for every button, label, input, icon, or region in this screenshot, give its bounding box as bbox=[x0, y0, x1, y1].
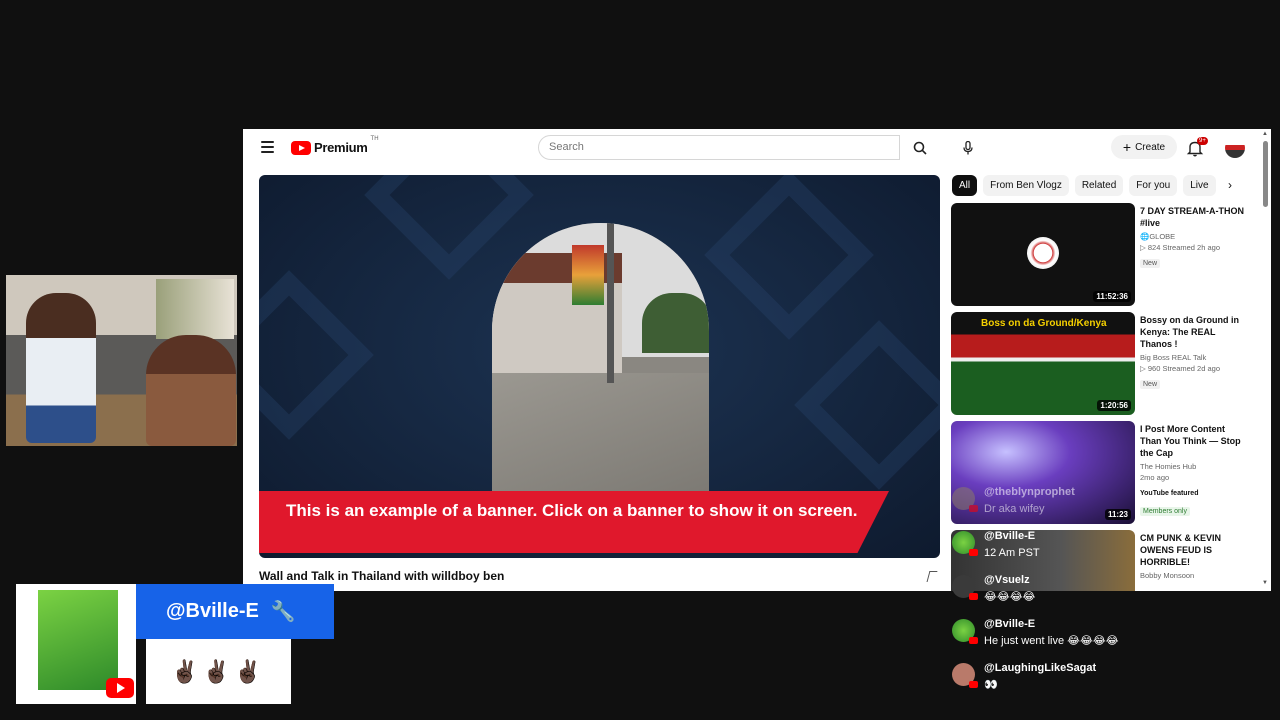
chip-live[interactable]: Live bbox=[1183, 175, 1216, 196]
webcam-feed bbox=[6, 275, 237, 446]
chat-message: @Bville-E 12 Am PST bbox=[952, 528, 1040, 562]
chat-text: 😂😂😂😂 bbox=[984, 591, 1036, 603]
video-stats: 2mo ago bbox=[1140, 473, 1170, 482]
overlay-banner: This is an example of a banner. Click on… bbox=[259, 491, 889, 553]
notification-count-badge: 9+ bbox=[1197, 137, 1208, 145]
featured-badge: YouTube featured bbox=[1140, 490, 1199, 497]
background-pattern bbox=[794, 320, 940, 490]
new-badge: New bbox=[1140, 380, 1161, 389]
create-button[interactable]: + Create bbox=[1111, 135, 1177, 159]
video-title: Wall and Talk in Thailand with willdboy … bbox=[259, 569, 505, 583]
video-thumbnail[interactable]: Boss on da Ground/Kenya 1:20:56 bbox=[951, 312, 1135, 415]
youtube-logo-icon bbox=[291, 140, 311, 155]
street-sign bbox=[572, 245, 604, 305]
channel-name[interactable]: The Homies Hub bbox=[1140, 462, 1244, 471]
search-icon bbox=[913, 141, 927, 155]
hamburger-menu-icon[interactable] bbox=[261, 141, 274, 153]
chevron-right-icon[interactable]: › bbox=[1223, 178, 1237, 192]
chat-text: 12 Am PST bbox=[984, 547, 1040, 559]
scroll-down-arrow[interactable]: ▼ bbox=[1262, 580, 1268, 586]
video-title[interactable]: I Post More Content Than You Think — Sto… bbox=[1140, 423, 1244, 459]
recommended-video[interactable]: Boss on da Ground/Kenya 1:20:56 Bossy on… bbox=[951, 312, 1243, 416]
recommended-video[interactable]: 11:52:36 7 DAY STREAM-A-THON #live 🌐GLOB… bbox=[951, 203, 1244, 307]
video-title[interactable]: Bossy on da Ground in Kenya: The REAL Th… bbox=[1140, 314, 1244, 350]
chat-username: @LaughingLikeSagat bbox=[984, 662, 1097, 674]
background-pattern bbox=[704, 175, 874, 340]
youtube-icon bbox=[106, 678, 134, 698]
featured-username: @Bville-E bbox=[166, 600, 259, 622]
chat-message: @Bville-E He just went live 😂😂😂😂 bbox=[952, 616, 1119, 650]
chip-from-channel[interactable]: From Ben Vlogz bbox=[983, 175, 1069, 196]
chat-text: He just went live 😂😂😂😂 bbox=[984, 635, 1119, 647]
logo-region: TH bbox=[370, 136, 379, 142]
microphone-icon bbox=[962, 140, 973, 154]
trees bbox=[642, 293, 709, 353]
globe-logo-icon bbox=[1027, 237, 1059, 269]
chat-avatar bbox=[952, 575, 978, 600]
search-button[interactable] bbox=[900, 135, 940, 160]
chat-username: @theblynprophet bbox=[984, 486, 1075, 498]
streamer-person bbox=[26, 293, 96, 443]
chip-for-you[interactable]: For you bbox=[1129, 175, 1178, 196]
wrench-icon: 🔧 bbox=[270, 601, 296, 623]
road bbox=[492, 373, 709, 491]
chat-message: @theblynprophet Dr aka wifey bbox=[952, 484, 1075, 518]
search-input[interactable]: Search bbox=[538, 135, 900, 160]
video-stats: ▷ 824 Streamed 2h ago bbox=[1140, 243, 1220, 252]
chat-message: @Vsuelz 😂😂😂😂 bbox=[952, 572, 1035, 606]
plus-icon: + bbox=[1122, 139, 1132, 155]
youtube-topbar: Premium TH Search + Create 9+ bbox=[243, 129, 1271, 167]
scroll-up-arrow[interactable]: ▲ bbox=[1262, 131, 1268, 137]
channel-logo bbox=[16, 584, 136, 704]
chat-text: 👀 bbox=[984, 679, 998, 691]
featured-chat-name-tag: @Bville-E 🔧 bbox=[136, 584, 334, 639]
chat-username: @Bville-E bbox=[984, 530, 1036, 542]
featured-chat-message: ✌🏿✌🏿✌🏿 bbox=[146, 639, 291, 704]
create-label: Create bbox=[1135, 141, 1166, 153]
chat-username: @Vsuelz bbox=[984, 574, 1030, 586]
page-scrollbar[interactable] bbox=[1263, 141, 1268, 207]
chat-username: @Bville-E bbox=[984, 618, 1036, 630]
guest-person bbox=[146, 335, 236, 446]
chat-avatar bbox=[952, 531, 978, 556]
chat-message: @LaughingLikeSagat 👀 bbox=[952, 660, 1096, 694]
graffiti-logo bbox=[38, 590, 118, 690]
street-camera-feed bbox=[492, 223, 709, 491]
new-badge: New bbox=[1140, 259, 1161, 268]
channel-name[interactable]: Bobby Monsoon bbox=[1140, 571, 1244, 580]
thumbnail-text: Boss on da Ground/Kenya bbox=[981, 318, 1107, 329]
youtube-window: Premium TH Search + Create 9+ This is an… bbox=[243, 129, 1271, 591]
mouse-cursor-icon bbox=[926, 571, 938, 582]
video-duration: 1:20:56 bbox=[1097, 400, 1131, 411]
chip-related[interactable]: Related bbox=[1074, 175, 1124, 196]
channel-name[interactable]: Big Boss REAL Talk bbox=[1140, 353, 1244, 362]
chat-avatar bbox=[952, 487, 978, 512]
room-window bbox=[156, 279, 234, 339]
youtube-premium-logo[interactable]: Premium TH bbox=[291, 136, 379, 155]
chat-text: Dr aka wifey bbox=[984, 503, 1045, 515]
logo-text: Premium bbox=[314, 140, 368, 155]
video-title[interactable]: CM PUNK & KEVIN OWENS FEUD IS HORRIBLE! bbox=[1140, 532, 1244, 568]
filter-chips: All From Ben Vlogz Related For you Live bbox=[952, 175, 1216, 196]
account-avatar[interactable] bbox=[1225, 138, 1245, 158]
voice-search-button[interactable] bbox=[955, 135, 980, 160]
video-player[interactable]: This is an example of a banner. Click on… bbox=[259, 175, 940, 558]
members-only-badge: Members only bbox=[1140, 507, 1190, 516]
video-duration: 11:23 bbox=[1104, 509, 1131, 520]
video-title[interactable]: 7 DAY STREAM-A-THON #live bbox=[1140, 205, 1244, 229]
utility-pole bbox=[607, 223, 614, 383]
background-pattern bbox=[259, 270, 374, 440]
video-stats: ▷ 960 Streamed 2d ago bbox=[1140, 364, 1220, 373]
chat-avatar bbox=[952, 619, 978, 644]
chat-avatar bbox=[952, 663, 978, 688]
stream-overlay-stage: Premium TH Search + Create 9+ This is an… bbox=[0, 0, 1280, 720]
channel-name[interactable]: 🌐GLOBE bbox=[1140, 232, 1244, 241]
video-thumbnail[interactable]: 11:52:36 bbox=[951, 203, 1135, 306]
chip-all[interactable]: All bbox=[952, 175, 978, 196]
video-duration: 11:52:36 bbox=[1093, 291, 1131, 302]
